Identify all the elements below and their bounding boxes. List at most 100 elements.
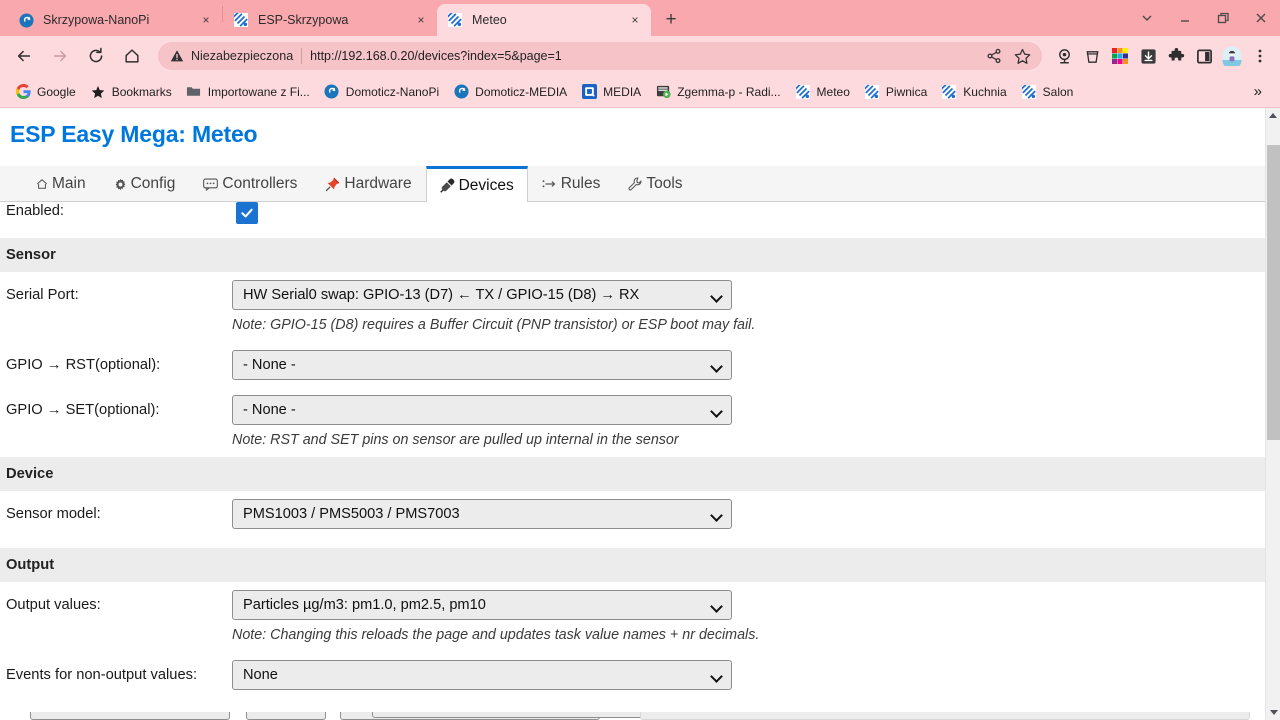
nav-tab-controllers[interactable]: Controllers bbox=[189, 166, 311, 201]
puzzle-icon[interactable] bbox=[1162, 42, 1190, 70]
site-nav: Main Config Controllers Hardware Devices… bbox=[0, 166, 1265, 202]
gpio-set-select-wrap: - None - bbox=[232, 394, 732, 425]
browser-tab-2[interactable]: ESP-Skrzypowa × bbox=[223, 4, 437, 36]
form-row-output-values: Output values: Particles µg/m3: pm1.0, p… bbox=[0, 582, 1265, 627]
bookmarks-overflow-button[interactable]: » bbox=[1244, 83, 1272, 100]
bookmark-star-icon[interactable] bbox=[1008, 42, 1036, 70]
gpio-rst-select-wrap: - None - bbox=[232, 349, 732, 380]
back-button[interactable] bbox=[9, 41, 39, 71]
bookmark-label: Bookmarks bbox=[111, 84, 172, 99]
browser-menu-icon[interactable] bbox=[1246, 42, 1274, 70]
events-non-output-select[interactable]: None bbox=[232, 659, 732, 690]
espeasy-icon bbox=[795, 84, 811, 100]
browser-tab-3-active[interactable]: Meteo × bbox=[437, 4, 651, 36]
espeasy-icon bbox=[447, 12, 463, 28]
extension-icons bbox=[1050, 42, 1274, 70]
window-close-icon[interactable] bbox=[1242, 0, 1280, 36]
close-icon[interactable]: × bbox=[198, 12, 214, 28]
output-values-label: Output values: bbox=[6, 596, 101, 613]
minimize-icon[interactable] bbox=[1166, 0, 1204, 36]
form-row-serial-port: Serial Port: HW Serial0 swap: GPIO-13 (D… bbox=[0, 272, 1265, 317]
bookmark-piwnica[interactable]: Piwnica bbox=[857, 80, 934, 104]
bucket-icon[interactable] bbox=[1078, 42, 1106, 70]
nav-tab-hardware[interactable]: Hardware bbox=[311, 166, 425, 201]
output-values-select[interactable]: Particles µg/m3: pm1.0, pm2.5, pm10 bbox=[232, 589, 732, 620]
events-non-output-control: None bbox=[232, 659, 1265, 690]
nav-tab-label: Main bbox=[52, 175, 86, 192]
events-non-output-select-wrap: None bbox=[232, 659, 732, 690]
share-icon[interactable] bbox=[980, 42, 1008, 70]
nav-tab-config[interactable]: Config bbox=[100, 166, 190, 201]
gpio-set-select[interactable]: - None - bbox=[232, 394, 732, 425]
bookmark-label: Domoticz-MEDIA bbox=[475, 84, 568, 99]
serial-port-label: Serial Port: bbox=[6, 286, 79, 303]
home-icon bbox=[36, 178, 48, 190]
gear-icon bbox=[114, 178, 127, 191]
webcam-icon[interactable] bbox=[1050, 42, 1078, 70]
nav-tab-label: Tools bbox=[646, 175, 683, 192]
sensor-model-select-wrap: PMS1003 / PMS5003 / PMS7003 bbox=[232, 498, 732, 529]
close-icon[interactable]: × bbox=[627, 12, 643, 28]
avatar-icon[interactable] bbox=[1218, 42, 1246, 70]
domoticz-icon bbox=[453, 84, 469, 100]
tab-strip: Skrzypowa-NanoPi × ESP-Skrzypowa × Meteo… bbox=[0, 0, 1280, 36]
espeasy-icon bbox=[1021, 84, 1037, 100]
gpio-set-label: GPIO → SET(optional): bbox=[6, 401, 160, 418]
home-button[interactable] bbox=[117, 41, 147, 71]
scroll-up-arrow[interactable] bbox=[1266, 108, 1280, 123]
sensor-model-select[interactable]: PMS1003 / PMS5003 / PMS7003 bbox=[232, 498, 732, 529]
gpio-set-note: Note: RST and SET pins on sensor are pul… bbox=[232, 432, 679, 448]
bookmark-domoticz-media[interactable]: Domoticz-MEDIA bbox=[446, 80, 574, 104]
bookmark-domoticz-nanopi[interactable]: Domoticz-NanoPi bbox=[317, 80, 446, 104]
bookmark-kuchnia[interactable]: Kuchnia bbox=[934, 80, 1013, 104]
new-tab-button[interactable]: + bbox=[657, 5, 685, 33]
scroll-down-arrow[interactable] bbox=[1266, 705, 1280, 720]
bookmark-label: MEDIA bbox=[603, 84, 642, 99]
form-row-sensor-model: Sensor model: PMS1003 / PMS5003 / PMS700… bbox=[0, 491, 1265, 536]
bookmark-label: Importowane z Fi... bbox=[207, 84, 310, 99]
bookmark-label: Zgemma-p - Radi... bbox=[677, 84, 781, 99]
nav-tab-main[interactable]: Main bbox=[22, 166, 100, 201]
bookmark-label: Kuchnia bbox=[963, 84, 1007, 99]
bookmark-meteo[interactable]: Meteo bbox=[788, 80, 857, 104]
nav-tab-label: Hardware bbox=[344, 175, 412, 192]
download-icon[interactable] bbox=[1134, 42, 1162, 70]
tab-search-icon[interactable] bbox=[1128, 0, 1166, 36]
color-grid-icon[interactable] bbox=[1106, 42, 1134, 70]
omnibox-actions bbox=[980, 42, 1036, 70]
bookmark-google[interactable]: Google bbox=[8, 80, 83, 104]
page-title: ESP Easy Mega: Meteo bbox=[10, 121, 258, 147]
gpio-rst-select[interactable]: - None - bbox=[232, 349, 732, 380]
domoticz-icon bbox=[18, 12, 34, 28]
reload-button[interactable] bbox=[81, 41, 111, 71]
espeasy-icon bbox=[233, 12, 249, 28]
nav-tab-rules[interactable]: Rules bbox=[528, 166, 615, 201]
bookmark-salon[interactable]: Salon bbox=[1014, 80, 1081, 104]
bookmark-zgemma[interactable]: Zgemma-p - Radi... bbox=[648, 80, 787, 104]
enabled-checkbox[interactable] bbox=[236, 202, 258, 224]
browser-tab-title: Skrzypowa-NanoPi bbox=[43, 13, 150, 27]
forward-button[interactable] bbox=[45, 41, 75, 71]
scrollbar-thumb[interactable] bbox=[1267, 145, 1280, 440]
bookmark-importowane[interactable]: Importowane z Fi... bbox=[179, 80, 317, 104]
serial-port-select[interactable]: HW Serial0 swap: GPIO-13 (D7) ← TX / GPI… bbox=[232, 279, 732, 310]
form-row-gpio-rst: GPIO → RST(optional): - None - bbox=[0, 342, 1265, 387]
bookmarks-bar: Google Bookmarks Importowane z Fi... Dom… bbox=[0, 76, 1280, 108]
domoticz-icon bbox=[324, 84, 340, 100]
close-icon[interactable]: × bbox=[413, 12, 429, 28]
nav-tab-label: Controllers bbox=[222, 175, 298, 192]
bookmark-bookmarks[interactable]: Bookmarks bbox=[83, 80, 179, 104]
bookmark-media[interactable]: MEDIA bbox=[574, 80, 648, 104]
sensor-model-label: Sensor model: bbox=[6, 505, 101, 522]
browser-tab-1[interactable]: Skrzypowa-NanoPi × bbox=[8, 4, 222, 36]
output-values-control: Particles µg/m3: pm1.0, pm2.5, pm10 bbox=[232, 589, 1265, 620]
media-icon bbox=[581, 84, 597, 100]
page-scrollbar[interactable] bbox=[1265, 108, 1280, 720]
address-bar[interactable]: Niezabezpieczona http://192.168.0.20/dev… bbox=[158, 42, 1042, 70]
maximize-icon[interactable] bbox=[1204, 0, 1242, 36]
nav-tab-devices[interactable]: Devices bbox=[425, 166, 528, 202]
page-viewport: ESP Easy Mega: Meteo Main Config Control… bbox=[0, 108, 1280, 720]
sidepanel-icon[interactable] bbox=[1190, 42, 1218, 70]
window-controls bbox=[1128, 0, 1280, 36]
nav-tab-tools[interactable]: Tools bbox=[614, 166, 696, 201]
